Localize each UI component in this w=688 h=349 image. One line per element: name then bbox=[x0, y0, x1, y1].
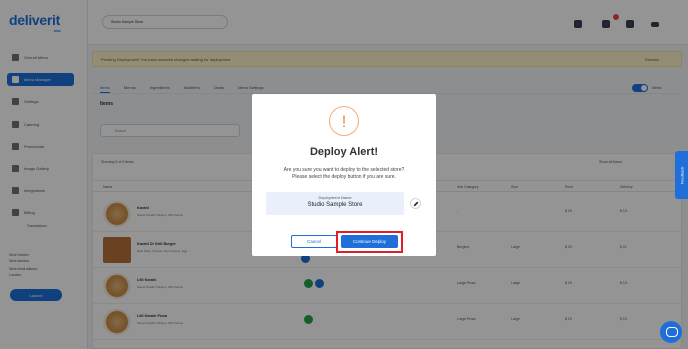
modal-message-line-1: Are you sure you want to deploy to the s… bbox=[283, 167, 405, 173]
cancel-button[interactable]: Cancel bbox=[291, 235, 337, 248]
modal-title: Deploy Alert! bbox=[309, 146, 379, 158]
deployment-name-field: Deployment Name Studio Sample Store bbox=[266, 192, 404, 215]
feedback-tab[interactable]: Feedback bbox=[675, 151, 688, 199]
warning-icon-glyph: ! bbox=[341, 111, 347, 131]
warning-icon: ! bbox=[329, 106, 359, 136]
feedback-label: Feedback bbox=[679, 166, 685, 184]
pencil-icon bbox=[413, 201, 418, 206]
modal-message-line-2: Please select the deploy button if you a… bbox=[292, 174, 396, 180]
continue-deploy-button[interactable]: Continue Deploy bbox=[341, 235, 398, 248]
chat-icon[interactable] bbox=[660, 321, 682, 343]
deployment-name-label: Deployment Name bbox=[318, 195, 352, 200]
edit-deployment-name-button[interactable] bbox=[410, 198, 421, 209]
modal-message: Are you sure you want to deploy to the s… bbox=[262, 167, 426, 181]
deploy-alert-modal: ! Deploy Alert! Are you sure you want to… bbox=[252, 94, 436, 256]
deployment-name-value: Studio Sample Store bbox=[307, 202, 363, 208]
